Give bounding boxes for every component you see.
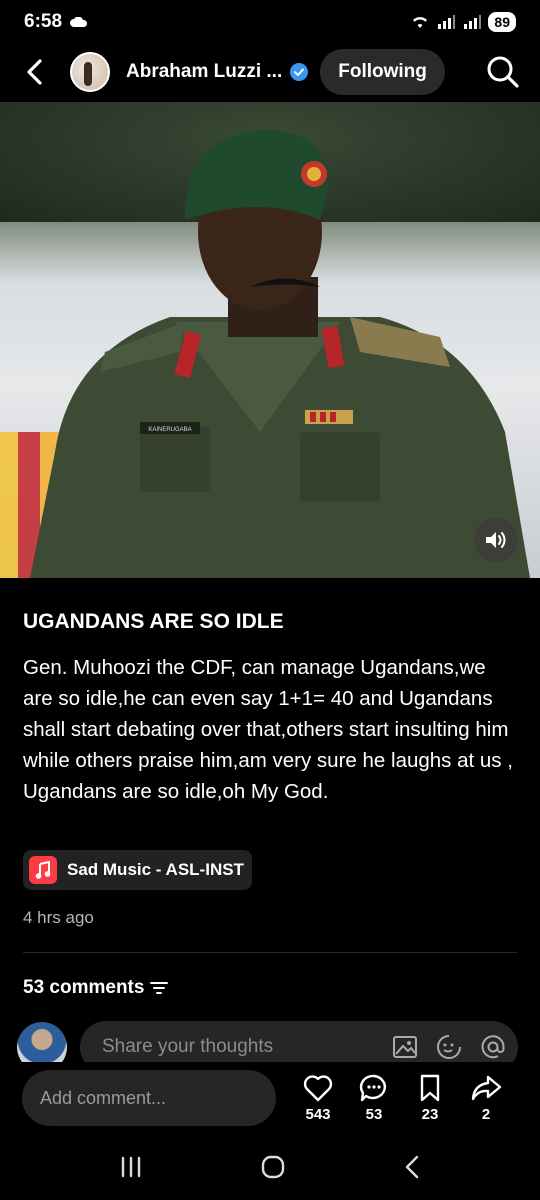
divider — [23, 952, 517, 953]
heart-icon — [303, 1074, 333, 1101]
sound-icon — [486, 532, 506, 548]
like-button[interactable]: 543 — [290, 1074, 346, 1123]
music-note-icon — [29, 856, 57, 884]
search-icon — [487, 56, 519, 88]
sticker-icon[interactable] — [436, 1034, 462, 1060]
sort-icon[interactable] — [150, 981, 169, 995]
battery-indicator: 89 — [488, 12, 516, 32]
music-chip[interactable]: Sad Music - ASL-INST — [23, 850, 252, 890]
post-title: UGANDANS ARE SO IDLE — [23, 610, 284, 633]
post-image[interactable]: KAINERUGABA — [0, 102, 540, 578]
share-thoughts-placeholder: Share your thoughts — [102, 1036, 274, 1057]
back-icon — [27, 59, 42, 85]
add-comment-input[interactable]: Add comment... — [22, 1070, 276, 1126]
comment-icon — [359, 1074, 386, 1101]
cloud-icon — [70, 17, 88, 27]
recents-icon[interactable] — [119, 1156, 143, 1178]
comments-header[interactable]: 53 comments — [23, 977, 169, 999]
signal-icon-2 — [464, 15, 482, 29]
verified-icon — [290, 63, 309, 81]
share-count: 2 — [481, 1105, 491, 1123]
status-time: 6:58 — [24, 11, 63, 32]
status-icons: 89 — [410, 12, 516, 32]
officer-illustration: KAINERUGABA — [30, 130, 530, 578]
signal-icon — [438, 15, 456, 29]
share-icon — [471, 1075, 502, 1100]
comment-button[interactable]: 53 — [346, 1074, 402, 1123]
mention-icon[interactable] — [480, 1034, 506, 1060]
author-avatar[interactable] — [70, 52, 110, 92]
save-count: 23 — [421, 1105, 439, 1123]
back-nav-icon[interactable] — [403, 1155, 421, 1179]
author-username[interactable]: Abraham Luzzi ... — [126, 61, 282, 83]
search-button[interactable] — [486, 55, 520, 89]
share-button[interactable]: 2 — [458, 1074, 514, 1123]
like-count: 543 — [305, 1105, 331, 1123]
comments-count: 53 comments — [23, 977, 145, 998]
save-button[interactable]: 23 — [402, 1074, 458, 1123]
system-navigation-bar — [0, 1134, 540, 1200]
sound-toggle-button[interactable] — [474, 518, 518, 562]
image-icon[interactable] — [392, 1034, 418, 1060]
bottom-action-bar: Add comment... 543 53 23 2 — [0, 1062, 540, 1134]
home-icon[interactable] — [260, 1154, 286, 1180]
post-body: Gen. Muhoozi the CDF, can manage Ugandan… — [23, 656, 513, 803]
music-label: Sad Music - ASL-INST — [67, 860, 244, 879]
post-timestamp: 4 hrs ago — [23, 908, 94, 927]
uniform-name-tag: KAINERUGABA — [148, 427, 191, 433]
post-header: Abraham Luzzi ... Following — [0, 44, 540, 100]
status-bar: 6:58 89 — [0, 0, 540, 44]
comment-count: 53 — [365, 1105, 383, 1123]
following-button[interactable]: Following — [320, 49, 445, 95]
bookmark-icon — [420, 1074, 440, 1101]
back-button[interactable] — [20, 58, 48, 86]
wifi-icon — [413, 17, 428, 28]
